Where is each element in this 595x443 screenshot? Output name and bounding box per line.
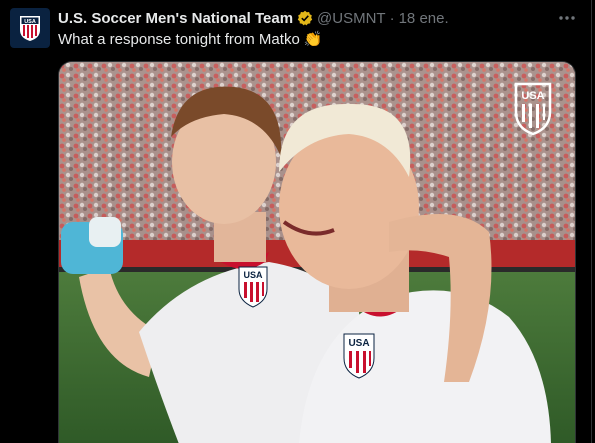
svg-text:USA: USA [243,270,263,280]
timeline-divider [591,0,592,443]
clapping-hands-icon: 👏 [303,31,323,48]
more-options-icon[interactable] [556,8,578,28]
usa-crest-icon: USA [20,16,40,41]
gold-verified-badge-icon[interactable] [297,10,313,26]
tweet-date[interactable]: 18 ene. [399,10,449,27]
svg-text:USA: USA [348,338,369,349]
separator-dot: · [389,9,395,27]
profile-avatar[interactable]: USA [10,8,50,48]
tweet-text-body: What a response tonight from Matko [58,30,300,48]
author-name[interactable]: U.S. Soccer Men's National Team [58,10,293,27]
tweet-header: U.S. Soccer Men's National Team @USMNT ·… [58,8,449,28]
usa-crest-badge-left: USA [238,266,268,308]
author-handle[interactable]: @USMNT [317,10,386,27]
watermark-crest-text: USA [521,90,544,102]
usa-crest-badge-right: USA [343,333,375,379]
tweet-text: What a response tonight from Matko 👏 [58,30,323,49]
tweet-media-image[interactable]: USA USA USA [58,61,576,443]
avatar-crest-text: USA [24,19,36,25]
